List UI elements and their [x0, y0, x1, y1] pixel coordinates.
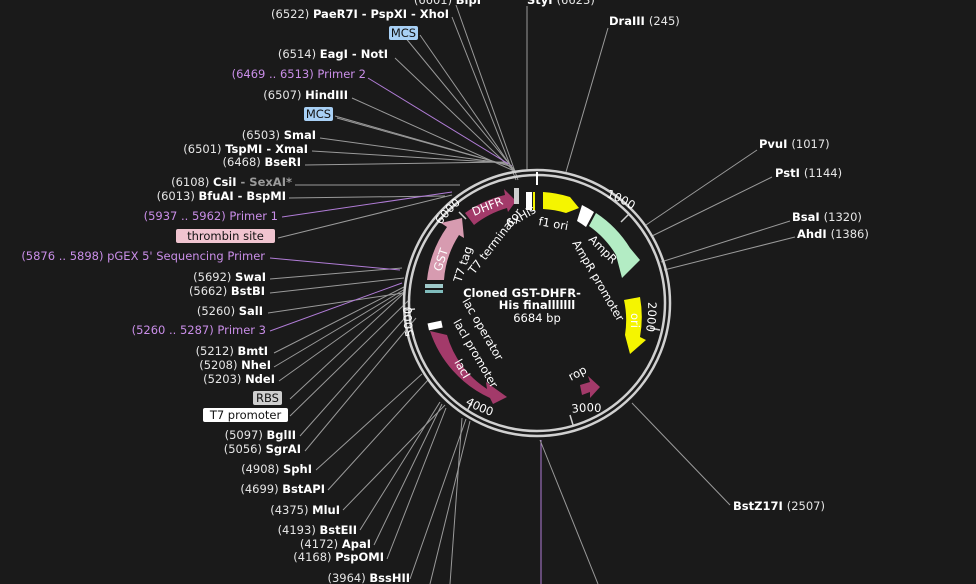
enzyme-label-eagi-noti[interactable]: (6514) EagI - NotI [278, 47, 388, 61]
tick-label-2000: 2000 [643, 302, 659, 333]
enzyme-label-bstbi[interactable]: (5662) BstBI [189, 284, 265, 298]
enzyme-label-bstapi[interactable]: (4699) BstAPI [240, 482, 325, 496]
enzyme-label-pvui[interactable]: PvuI (1017) [759, 137, 830, 151]
feature-t7-promoter[interactable] [425, 284, 443, 288]
primer-label[interactable]: (6469 .. 6513) Primer 2 [232, 67, 366, 81]
enzyme-label-sgrai[interactable]: (5056) SgrAI [224, 442, 301, 456]
enzyme-label-nhei[interactable]: (5208) NheI [199, 358, 271, 372]
enzyme-label-bfuai-bspmi[interactable]: (6013) BfuAI - BspMI [157, 189, 286, 203]
enzyme-label-sali[interactable]: (5260) SalI [197, 304, 263, 318]
enzyme-label-styi[interactable]: StyI (6623) [527, 0, 595, 7]
enzyme-label-pspomi[interactable]: (4168) PspOMI [293, 550, 384, 564]
enzyme-label-bsteii[interactable]: (4193) BstEII [278, 523, 357, 537]
feature-lac-operator[interactable] [427, 320, 443, 331]
enzyme-label-ndei[interactable]: (5203) NdeI [203, 372, 275, 386]
label-ori: ori [628, 313, 642, 328]
left-label-group: (6601) BlpI(6522) PaeR7I - PspXI - XhoI M… [21, 0, 481, 584]
feature-box-rbs[interactable]: RBS [253, 391, 282, 405]
feature-6xhis[interactable] [514, 188, 519, 204]
enzyme-label-blpi[interactable]: (6601) BlpI [414, 0, 481, 7]
primer-label[interactable]: (5937 .. 5962) Primer 1 [144, 209, 278, 223]
svg-text:MCS: MCS [391, 26, 416, 40]
enzyme-label-hindiii[interactable]: (6507) HindIII [263, 88, 348, 102]
enzyme-label-bglii[interactable]: (5097) BglII [225, 428, 296, 442]
feature-rbs[interactable] [425, 290, 443, 293]
feature-rop[interactable] [580, 376, 600, 398]
tick-label-5000: 5000 [401, 307, 417, 338]
feature-box-thrombin-site[interactable]: thrombin site [176, 229, 275, 243]
enzyme-label-ahdi[interactable]: AhdI (1386) [797, 227, 869, 241]
enzyme-label-bmti[interactable]: (5212) BmtI [196, 344, 268, 358]
enzyme-label-apai[interactable]: (4172) ApaI [300, 537, 371, 551]
enzyme-label-smai[interactable]: (6503) SmaI [242, 128, 316, 142]
enzyme-label-psti[interactable]: PstI (1144) [775, 166, 842, 180]
svg-text:thrombin site: thrombin site [187, 229, 264, 243]
label-f1-ori: f1 ori [537, 214, 569, 233]
plasmid-length: 6684 bp [513, 311, 561, 325]
plasmid-map-canvas[interactable]: { "plasmid": { "name_line1": "Cloned GST… [0, 0, 976, 584]
enzyme-label-bstz17i[interactable]: BstZ17I (2507) [733, 499, 825, 513]
enzyme-label-paer7i-pspxi-xhoi[interactable]: (6522) PaeR7I - PspXI - XhoI [271, 7, 449, 21]
feature-box-mcs[interactable]: MCS [304, 107, 333, 121]
enzyme-label-sphi[interactable]: (4908) SphI [241, 462, 312, 476]
plasmid-name-line2: His finalllllll [499, 298, 575, 312]
svg-text:T7 promoter: T7 promoter [209, 408, 282, 422]
label-rop: rop [566, 362, 589, 383]
svg-text:MCS: MCS [306, 107, 331, 121]
enzyme-label-tspmi-xmai[interactable]: (6501) TspMI - XmaI [183, 142, 308, 156]
svg-text:RBS: RBS [256, 391, 279, 405]
enzyme-label-csii[interactable]: (6108) CsiI - SexAI* [171, 175, 292, 189]
enzyme-label-bsai[interactable]: BsaI (1320) [792, 210, 862, 224]
primer-label[interactable]: (5876 .. 5898) pGEX 5' Sequencing Primer [21, 249, 265, 263]
feature-f1-ori[interactable] [543, 192, 579, 213]
enzyme-label-bseri[interactable]: (6468) BseRI [223, 155, 301, 169]
enzyme-label-draiii[interactable]: DraIII (245) [609, 14, 680, 28]
enzyme-label-mlui[interactable]: (4375) MluI [270, 503, 340, 517]
primer-label[interactable]: (5260 .. 5287) Primer 3 [132, 323, 266, 337]
enzyme-label-swai[interactable]: (5692) SwaI [193, 270, 266, 284]
tick-label-3000: 3000 [571, 401, 602, 416]
enzyme-label-bsshii[interactable]: (3964) BssHII [327, 571, 410, 584]
feature-box-t7-promoter[interactable]: T7 promoter [203, 408, 288, 422]
feature-box-mcs[interactable]: MCS [389, 26, 418, 40]
plasmid-map-svg: f1 ori AmpR AmpR promoter ori rop lacI l… [21, 0, 869, 584]
